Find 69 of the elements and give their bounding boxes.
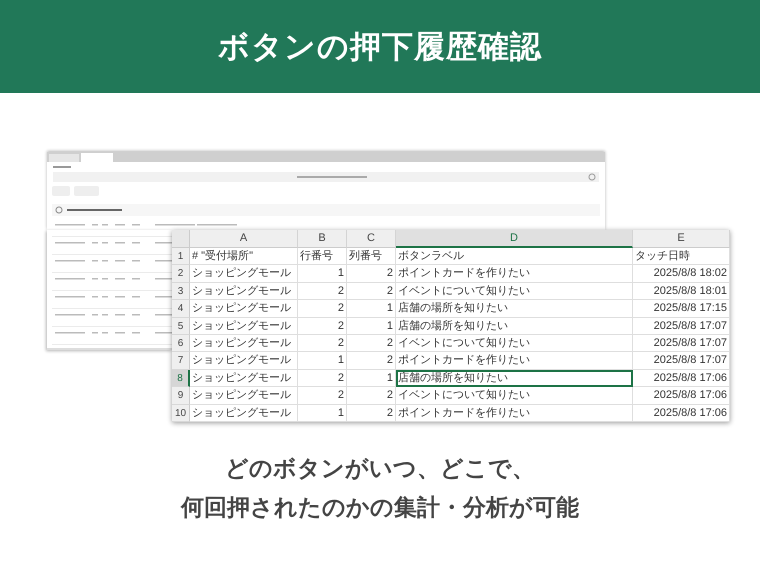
table-cell: 2025/8/8 18:01 — [633, 282, 730, 300]
table-cell: ポイントカードを作りたい — [396, 265, 633, 283]
table-cell: 1 — [298, 265, 347, 283]
table-cell: 2 — [298, 282, 347, 300]
table-cell: 2 — [298, 318, 347, 335]
table-cell: # "受付場所" — [190, 248, 298, 266]
table-cell: ショッピングモール — [190, 300, 298, 318]
table-cell: 店舗の場所を知りたい — [396, 370, 633, 388]
table-cell: 2 — [347, 404, 396, 422]
table-cell: 2 — [298, 387, 347, 405]
table-cell: 列番号 — [347, 248, 396, 266]
column-header[interactable]: D — [396, 230, 633, 248]
table-cell: 2025/8/8 17:07 — [633, 352, 730, 370]
table-cell: 2025/8/8 17:15 — [633, 300, 730, 318]
table-cell: 2 — [347, 265, 396, 283]
table-cell: 2025/8/8 18:02 — [633, 265, 730, 283]
table-cell: 2 — [347, 387, 396, 405]
table-cell: 2 — [347, 334, 396, 352]
table-cell: ボタンラベル — [396, 248, 633, 266]
table-cell: ショッピングモール — [190, 265, 298, 283]
table-cell: イベントについて知りたい — [396, 334, 633, 352]
table-cell: 1 — [298, 404, 347, 422]
table-cell: 2025/8/8 17:06 — [633, 404, 730, 422]
table-cell: ポイントカードを作りたい — [396, 404, 633, 422]
select-all-corner[interactable] — [172, 230, 190, 248]
row-header[interactable]: 9 — [172, 387, 190, 405]
table-cell: イベントについて知りたい — [396, 282, 633, 300]
table-cell: タッチ日時 — [633, 248, 730, 266]
table-cell: 1 — [298, 352, 347, 370]
table-cell: 1 — [347, 318, 396, 335]
table-cell: 2 — [298, 300, 347, 318]
table-cell: 1 — [347, 300, 396, 318]
row-header[interactable]: 8 — [172, 370, 190, 388]
table-cell: 1 — [347, 370, 396, 388]
column-header[interactable]: A — [190, 230, 298, 248]
caption-text: どのボタンがいつ、どこで、 — [225, 455, 535, 484]
table-cell: 2025/8/8 17:07 — [633, 334, 730, 352]
table-cell: 2025/8/8 17:06 — [633, 370, 730, 388]
table-cell: 行番号 — [298, 248, 347, 266]
row-header[interactable]: 5 — [172, 318, 190, 335]
column-header[interactable]: B — [298, 230, 347, 248]
table-cell: ショッピングモール — [190, 404, 298, 422]
caption-text: 何回押されたのかの集計・分析が可能 — [181, 494, 579, 523]
column-header[interactable]: E — [633, 230, 730, 248]
table-cell: 2025/8/8 17:06 — [633, 387, 730, 405]
table-cell: イベントについて知りたい — [396, 387, 633, 405]
table-cell: ショッピングモール — [190, 387, 298, 405]
table-cell: 2 — [298, 370, 347, 388]
row-header[interactable]: 10 — [172, 404, 190, 422]
table-cell: 2 — [347, 282, 396, 300]
table-cell: 2 — [298, 334, 347, 352]
table-cell: 2 — [347, 352, 396, 370]
row-header[interactable]: 2 — [172, 265, 190, 283]
slide-title: ボタンの押下履歴確認 — [218, 28, 542, 66]
table-cell: ポイントカードを作りたい — [396, 352, 633, 370]
table-cell: ショッピングモール — [190, 352, 298, 370]
table-cell: ショッピングモール — [190, 370, 298, 388]
table-cell: ショッピングモール — [190, 318, 298, 335]
table-cell: 2025/8/8 17:07 — [633, 318, 730, 335]
table-cell: 店舗の場所を知りたい — [396, 300, 633, 318]
column-header[interactable]: C — [347, 230, 396, 248]
row-header[interactable]: 6 — [172, 334, 190, 352]
row-header[interactable]: 7 — [172, 352, 190, 370]
row-header[interactable]: 4 — [172, 300, 190, 318]
row-header[interactable]: 1 — [172, 248, 190, 266]
table-cell: 店舗の場所を知りたい — [396, 318, 633, 335]
table-cell: ショッピングモール — [190, 282, 298, 300]
row-header[interactable]: 3 — [172, 282, 190, 300]
table-cell: ショッピングモール — [190, 334, 298, 352]
